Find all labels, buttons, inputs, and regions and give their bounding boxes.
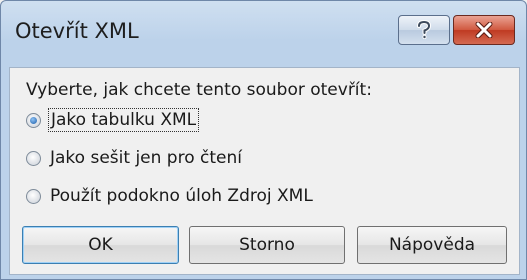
help-button[interactable]: Nápověda	[357, 226, 507, 264]
ok-button[interactable]: OK	[22, 226, 179, 264]
titlebar-close-button[interactable]	[453, 15, 515, 45]
radio-option-xml-table[interactable]: Jako tabulku XML	[26, 108, 200, 132]
close-icon	[475, 22, 493, 38]
dialog-window: Otevřít XML Vyberte, jak chcete tento so…	[0, 0, 527, 280]
dialog-title: Otevřít XML	[15, 19, 139, 43]
cancel-button[interactable]: Storno	[189, 226, 345, 264]
dialog-content: Vyberte, jak chcete tento soubor otevřít…	[9, 67, 520, 275]
radio-label: Jako tabulku XML	[47, 108, 200, 132]
title-bar[interactable]: Otevřít XML	[1, 1, 526, 67]
radio-option-read-only-workbook[interactable]: Jako sešit jen pro čtení	[26, 148, 242, 168]
radio-button[interactable]	[26, 150, 41, 166]
radio-label: Jako sešit jen pro čtení	[50, 148, 242, 168]
radio-button[interactable]	[26, 188, 41, 204]
radio-option-xml-source-pane[interactable]: Použít podokno úloh Zdroj XML	[26, 186, 313, 206]
question-icon	[417, 20, 432, 39]
radio-label: Použít podokno úloh Zdroj XML	[50, 186, 313, 206]
dialog-prompt: Vyberte, jak chcete tento soubor otevřít…	[26, 80, 372, 100]
titlebar-help-button[interactable]	[398, 15, 450, 45]
radio-button-checked[interactable]	[26, 112, 41, 128]
